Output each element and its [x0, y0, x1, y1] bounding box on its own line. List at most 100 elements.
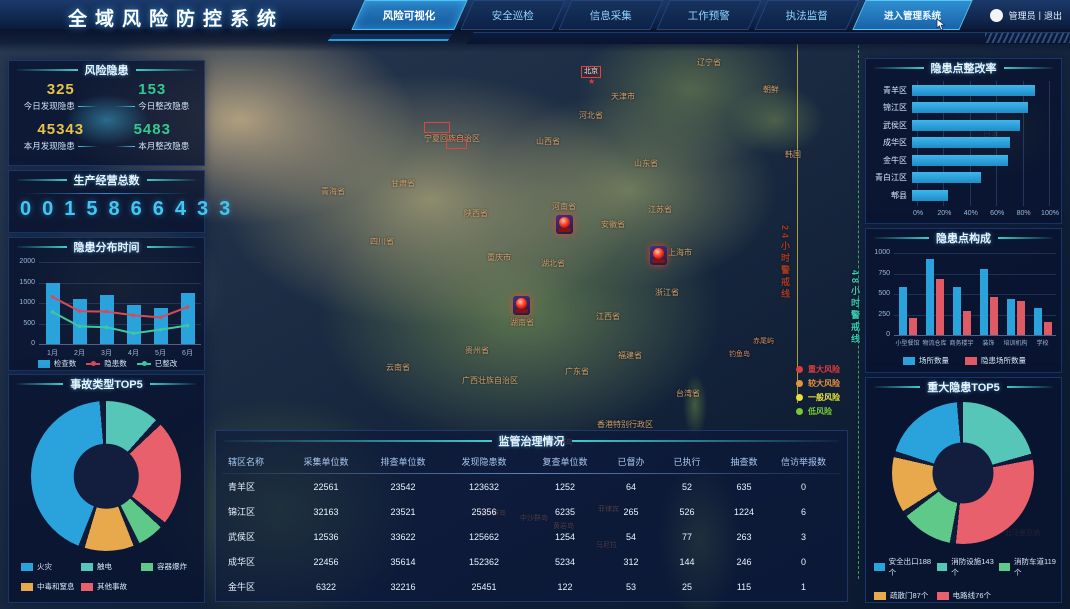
rectify-label: 青白江区: [866, 172, 912, 183]
x-tick: 学校: [1029, 338, 1057, 347]
table-cell: 32216: [364, 582, 442, 592]
table-cell: 32163: [288, 507, 364, 517]
rectify-rate-chart: 0%20%40%60%80%100%青羊区锦江区武侯区成华区金牛区青白江区郫县: [866, 79, 1063, 223]
panel-title: 隐患点构成: [866, 229, 1061, 245]
comp-bar: [936, 279, 944, 335]
risk-legend-label: 低风险: [808, 406, 832, 417]
x-tick: 5月: [149, 348, 173, 358]
alarm-marker-河南省[interactable]: [556, 215, 573, 234]
legend-label: 消防车道119个: [1014, 556, 1058, 578]
hazard-composition-chart: 02505007501000小型餐馆物流仓库商务楼宇装饰培训机构学校场所数量隐患…: [866, 247, 1063, 372]
legend-line-swatch: [86, 363, 100, 365]
rectify-bar: [912, 155, 1008, 166]
avatar[interactable]: [990, 9, 1003, 22]
map-label: 广东省: [565, 366, 589, 377]
map-label: 贵州省: [465, 345, 489, 356]
legend-item: 疏散门87个: [874, 590, 933, 601]
table-cell: 35614: [364, 557, 442, 567]
table-header-cell: 辖区名称: [222, 455, 288, 468]
table-cell: 52: [658, 482, 716, 492]
counter-underline: [23, 193, 190, 194]
table-cell: 64: [604, 482, 658, 492]
risk-legend-dot: [796, 394, 803, 401]
risk-stat-label: 本月发现隐患: [15, 140, 107, 152]
panel-risk-stats: 风险隐患 325今日发现隐患153今日整改隐患45343本月发现隐患5483本月…: [8, 60, 205, 166]
x-tick: 6月: [176, 348, 200, 358]
legend-swatch: [874, 592, 886, 600]
tab-label: 安全巡检: [492, 8, 534, 23]
admin-entry-button[interactable]: 进入管理系统: [852, 0, 972, 30]
map-label: 上海市: [668, 247, 692, 258]
tab-风险可视化[interactable]: 风险可视化: [351, 0, 467, 30]
tab-安全巡检[interactable]: 安全巡检: [460, 0, 565, 30]
rectify-row: 郫县: [866, 186, 1063, 204]
panel-title: 风险隐患: [9, 61, 204, 77]
legend-swatch: [38, 360, 50, 368]
logout-link[interactable]: 退出: [1044, 9, 1062, 22]
rectify-row: 青白江区: [866, 169, 1063, 187]
risk-stat-value: 45343: [15, 121, 107, 138]
map-label: 安徽省: [601, 219, 625, 230]
user-divider: |: [1039, 10, 1041, 20]
y-tick: 2000: [15, 258, 35, 265]
legend-item: 隐患场所数量: [965, 355, 1026, 366]
comp-bar: [1017, 301, 1025, 335]
x-tick: 60%: [986, 210, 1008, 217]
table-cell: 锦江区: [222, 505, 288, 518]
table-cell: 144: [658, 557, 716, 567]
risk-legend-label: 一般风险: [808, 392, 840, 403]
risk-stat: 153今日整改隐患: [107, 81, 199, 112]
warning-line-label: 48小时警戒线: [849, 270, 862, 346]
table-body: 青羊区2256123542123632125264526350锦江区321632…: [216, 474, 847, 599]
comp-bar: [899, 287, 907, 335]
app-header: 全域风险防控系统 风险可视化安全巡检信息采集工作预警执法监督进入管理系统 管理员…: [0, 0, 1070, 30]
y-tick: 250: [868, 311, 890, 318]
comp-bar: [1034, 308, 1042, 335]
alarm-marker-上海市[interactable]: [650, 246, 667, 265]
legend-label: 检查数: [54, 358, 77, 369]
tab-label: 风险可视化: [383, 8, 436, 23]
comp-bar: [926, 259, 934, 335]
tab-工作预警[interactable]: 工作预警: [656, 0, 761, 30]
major-legend: 安全出口188个消防设施143个消防车道119个疏散门87个电路线76个: [874, 556, 1058, 601]
tab-label: 执法监督: [786, 8, 828, 23]
map-label: 甘肃省: [391, 178, 415, 189]
alarm-marker-湖南省[interactable]: [513, 296, 530, 315]
panel-title: 生产经营总数: [9, 171, 204, 187]
deco-bar: [466, 32, 1070, 44]
legend-swatch: [903, 357, 915, 365]
table-cell: 0: [772, 482, 835, 492]
rectify-label: 武侯区: [866, 120, 912, 131]
rectify-row: 青羊区: [866, 81, 1063, 99]
panel-title: 重大隐患TOP5: [866, 378, 1061, 394]
comp-chart-legend: 场所数量隐患场所数量: [866, 355, 1063, 366]
table-cell: 1254: [526, 532, 604, 542]
table-cell: 1: [772, 582, 835, 592]
warning-line-label: 24小时警戒线: [779, 225, 792, 301]
rectify-label: 金牛区: [866, 155, 912, 166]
governance-table: 监管治理情况 辖区名称采集单位数排查单位数发现隐患数复查单位数已督办已执行抽查数…: [215, 430, 848, 602]
table-cell: 246: [716, 557, 772, 567]
comp-bar: [980, 269, 988, 335]
map-label: 天津市: [611, 91, 635, 102]
tab-信息采集[interactable]: 信息采集: [558, 0, 663, 30]
rectify-bar: [912, 102, 1028, 113]
map-label: 香港特别行政区: [597, 419, 653, 430]
table-row: 金牛区6322322162545112253251151: [216, 574, 847, 599]
map-label: 四川省: [370, 236, 394, 247]
table-header-cell: 抽查数: [716, 455, 772, 468]
rectify-track: [912, 155, 1044, 166]
legend-swatch: [965, 357, 977, 365]
x-tick: 0%: [907, 210, 929, 217]
table-cell: 33622: [364, 532, 442, 542]
legend-item: 消防设施143个: [937, 556, 996, 578]
tab-执法监督[interactable]: 执法监督: [754, 0, 859, 30]
rectify-label: 成华区: [866, 137, 912, 148]
header-decoration: [0, 30, 1070, 52]
risk-stat: 5483本月整改隐患: [107, 121, 199, 152]
legend-item: 中毒和窒息: [21, 581, 77, 592]
x-tick: 商务楼宇: [948, 338, 976, 347]
map-label: 陕西省: [464, 208, 488, 219]
accident-legend: 火灾触电容器爆炸中毒和窒息其他事故: [21, 561, 197, 592]
risk-stat-value: 153: [107, 81, 199, 98]
